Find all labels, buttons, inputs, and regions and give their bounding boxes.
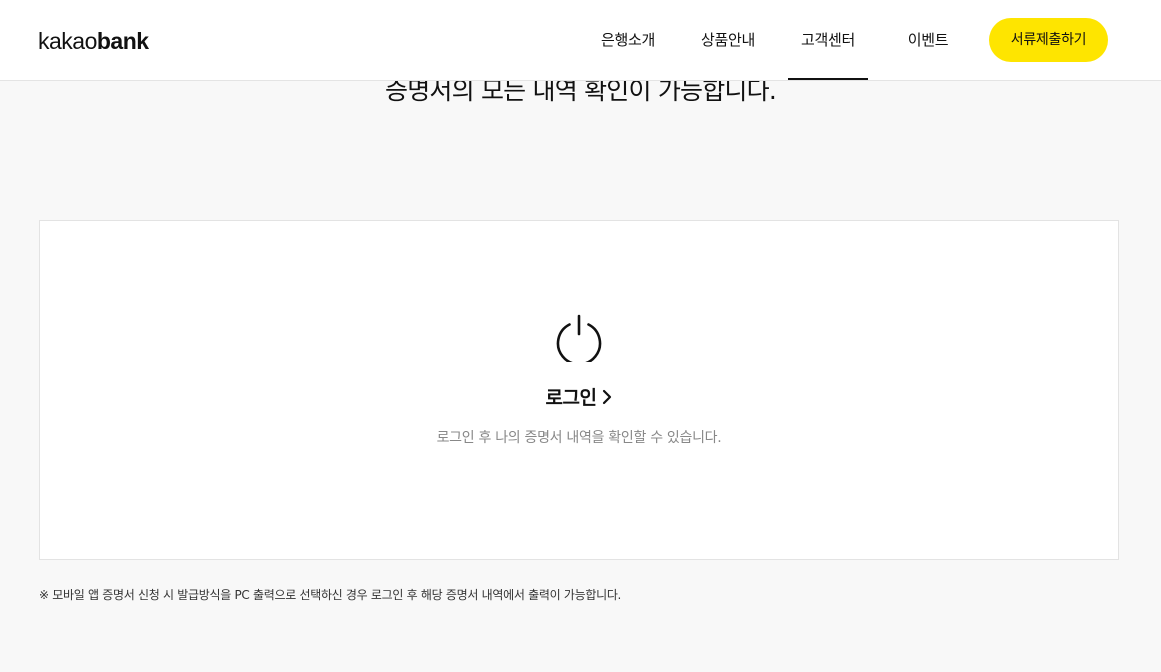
login-label: 로그인 — [545, 387, 597, 409]
kakaobank-logo[interactable]: kakaobank — [38, 28, 149, 54]
login-link[interactable]: 로그인 — [40, 385, 1118, 411]
print-footnote: ※ 모바일 앱 증명서 신청 시 발급방식을 PC 출력으로 선택하신 경우 로… — [39, 588, 622, 602]
nav-item-customer-center[interactable]: 고객센터 — [788, 0, 868, 80]
nav-item-events[interactable]: 이벤트 — [888, 0, 968, 80]
login-panel: 로그인 로그인 후 나의 증명서 내역을 확인할 수 있습니다. — [39, 220, 1119, 560]
nav-item-bank-intro[interactable]: 은행소개 — [588, 0, 668, 80]
site-header: kakaobank 은행소개 상품안내 고객센터 이벤트 서류제출하기 — [0, 0, 1161, 81]
login-description: 로그인 후 나의 증명서 내역을 확인할 수 있습니다. — [436, 430, 722, 446]
power-icon — [556, 314, 602, 362]
submit-documents-button[interactable]: 서류제출하기 — [989, 18, 1108, 62]
nav-item-products[interactable]: 상품안내 — [688, 0, 768, 80]
chevron-right-icon — [603, 389, 612, 405]
